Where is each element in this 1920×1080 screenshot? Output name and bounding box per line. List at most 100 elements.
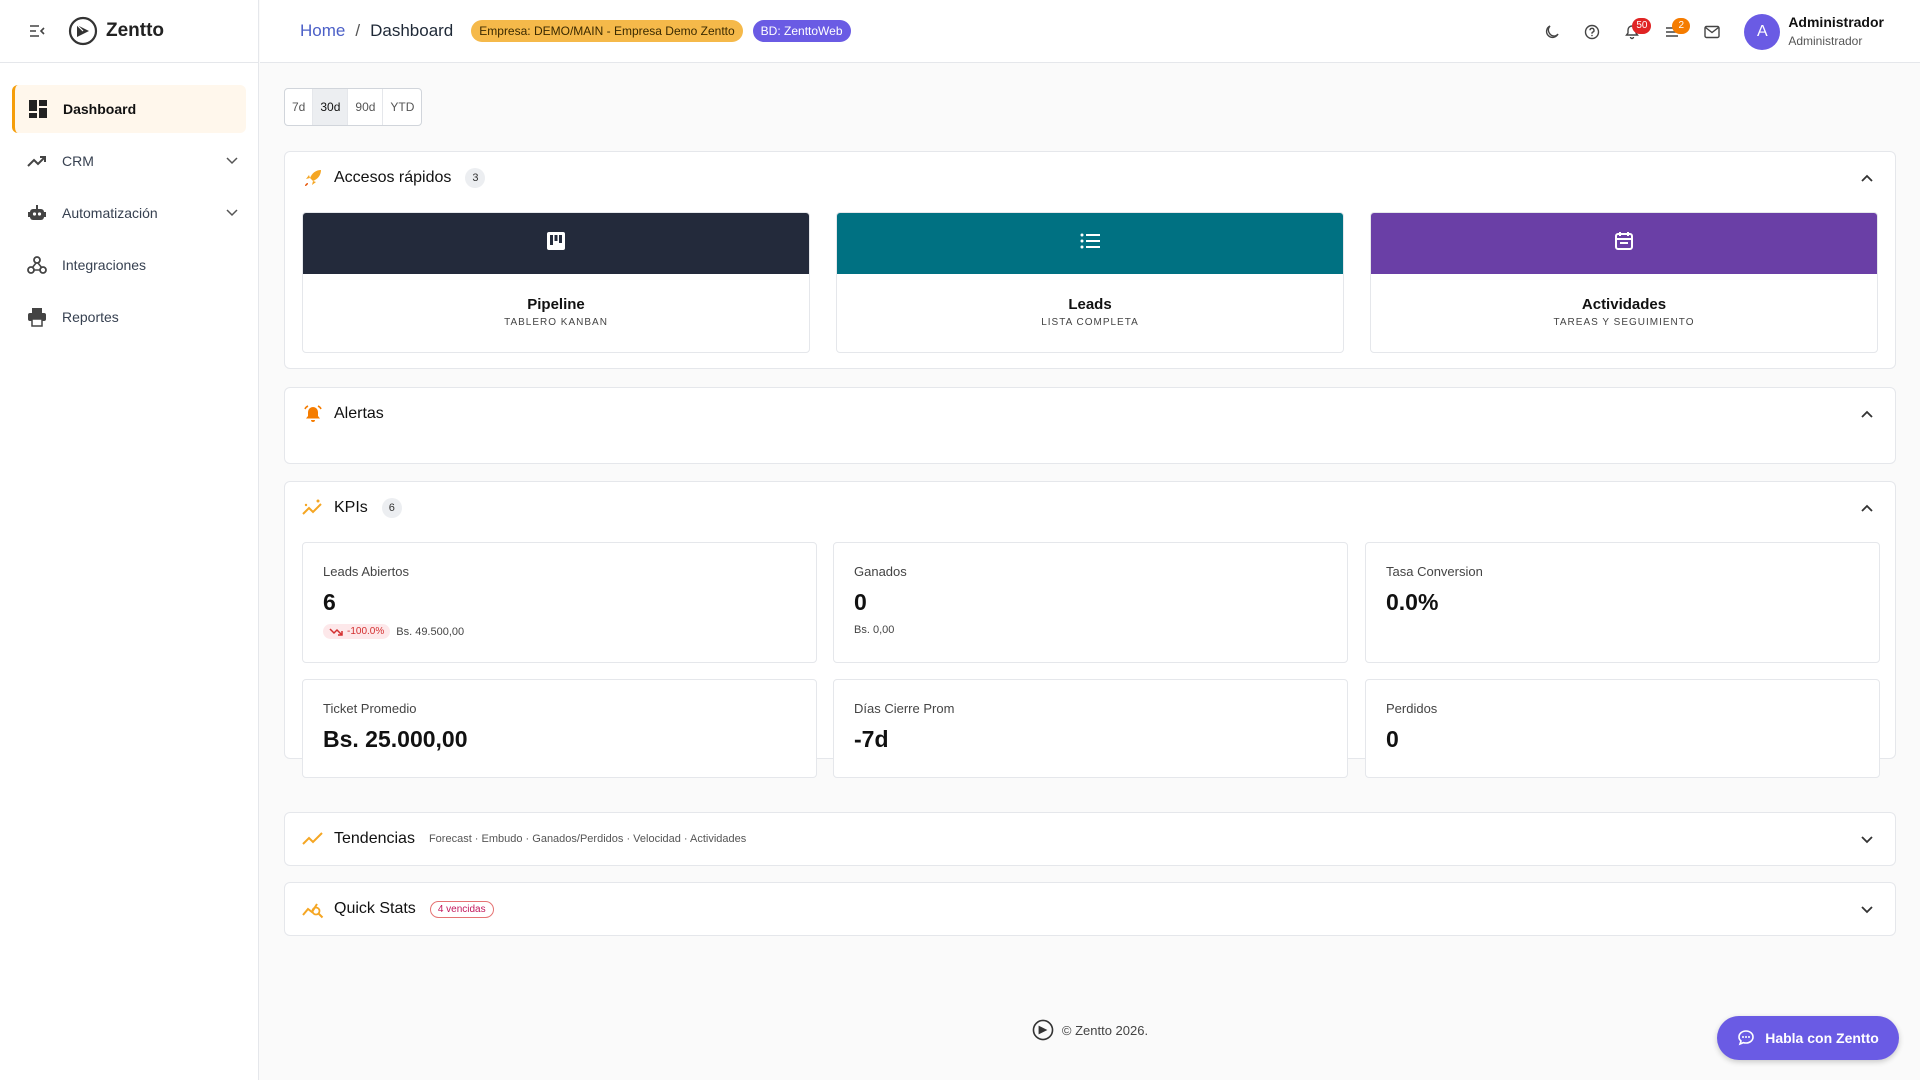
zentto-logo-icon [1032, 1019, 1054, 1041]
trending-down-icon [329, 627, 343, 636]
zentto-logo-icon [68, 16, 98, 46]
kpi-label: Ticket Promedio [323, 701, 417, 716]
range-option-ytd[interactable]: YTD [383, 89, 421, 125]
tasks-list-icon[interactable]: 2 [1652, 12, 1692, 52]
kpi-value: 0 [854, 589, 867, 615]
chevron-up-icon[interactable] [1857, 168, 1877, 188]
empresa-chip[interactable]: Empresa: DEMO/MAIN - Empresa Demo Zentto [471, 20, 743, 42]
rocket-icon [302, 167, 324, 189]
alerts-panel: Alertas [284, 387, 1896, 464]
calendar-icon [1614, 231, 1634, 256]
kpi-amount: Bs. 49.500,00 [396, 625, 465, 638]
quick-access-subtitle: TAREAS Y SEGUIMIENTO [1553, 317, 1695, 328]
quick-access-actividades[interactable]: Actividades TAREAS Y SEGUIMIENTO [1370, 212, 1878, 353]
kpi-card-dias-cierre: Días Cierre Prom -7d [833, 679, 1348, 778]
kpi-card-ganados: Ganados 0 Bs. 0,00 [833, 542, 1348, 663]
chevron-up-icon[interactable] [1857, 404, 1877, 424]
notifications-count-badge: 50 [1632, 17, 1652, 34]
footer-copyright: © Zentto 2026. [1061, 1022, 1149, 1038]
tendencias-header[interactable]: Tendencias Forecast · Embudo · Ganados/P… [285, 813, 1895, 865]
top-header: Home / Dashboard Empresa: DEMO/MAIN - Em… [260, 0, 1920, 63]
sidebar-item-label: Automatización [62, 205, 158, 221]
kpi-card-ticket-promedio: Ticket Promedio Bs. 25.000,00 [302, 679, 817, 778]
menu-collapse-icon[interactable] [28, 22, 46, 40]
breadcrumb: Home / Dashboard [300, 21, 453, 41]
notifications-bell-icon[interactable]: 50 [1612, 12, 1652, 52]
alarm-bell-icon [302, 403, 324, 425]
kpi-value: 0.0% [1386, 589, 1439, 615]
user-info[interactable]: Administrador Administrador [1788, 14, 1884, 50]
kpi-card-leads-abiertos: Leads Abiertos 6 -100.0% Bs. 49.500,00 [302, 542, 817, 663]
user-role: Administrador [1788, 34, 1863, 49]
quick-access-title: Pipeline [527, 296, 585, 313]
query-stats-icon [302, 898, 324, 920]
brand-bar: Zentto [0, 0, 258, 63]
kpi-value: 6 [323, 589, 336, 615]
quick-access-header[interactable]: Accesos rápidos 3 [285, 152, 1895, 204]
kpi-label: Días Cierre Prom [854, 701, 955, 716]
sidebar-item-crm[interactable]: CRM [12, 137, 246, 185]
breadcrumb-home-link[interactable]: Home [300, 21, 345, 41]
quick-access-leads[interactable]: Leads LISTA COMPLETA [836, 212, 1344, 353]
help-icon[interactable] [1572, 12, 1612, 52]
kpi-card-tasa-conversion: Tasa Conversion 0.0% [1365, 542, 1880, 663]
range-option-90d[interactable]: 90d [348, 89, 384, 125]
sidebar-item-automatizacion[interactable]: Automatización [12, 189, 246, 237]
tasks-count-badge: 2 [1672, 17, 1691, 34]
kpi-label: Tasa Conversion [1386, 564, 1483, 579]
leads-band [837, 213, 1343, 274]
mail-icon[interactable] [1692, 12, 1732, 52]
alerts-header[interactable]: Alertas [285, 388, 1895, 440]
kpi-value: 0 [1386, 726, 1399, 752]
sidebar-nav: Dashboard CRM Automatización Integracion… [0, 63, 258, 341]
kpis-header[interactable]: KPIs 6 [285, 482, 1895, 534]
pipeline-band [303, 213, 809, 274]
kpi-extra: Bs. 0,00 [854, 624, 1347, 636]
sidebar-item-dashboard[interactable]: Dashboard [12, 85, 246, 133]
kpis-panel: KPIs 6 Leads Abiertos 6 -100.0% Bs. 49.5… [284, 481, 1896, 778]
dashboard-icon [27, 98, 49, 120]
breadcrumb-current: Dashboard [370, 21, 454, 40]
quick-access-pipeline[interactable]: Pipeline TABLERO KANBAN [302, 212, 810, 353]
quick-access-title: Accesos rápidos [334, 169, 452, 186]
sidebar-item-label: CRM [62, 153, 94, 169]
list-icon [1079, 231, 1101, 256]
user-name: Administrador [1788, 13, 1884, 30]
brand-name: Zentto [106, 20, 165, 41]
quick-stats-header[interactable]: Quick Stats 4 vencidas [285, 883, 1895, 935]
kpi-extra: -100.0% Bs. 49.500,00 [323, 624, 816, 639]
tendencias-subtitle: Forecast · Embudo · Ganados/Perdidos · V… [428, 833, 747, 845]
robot-icon [26, 202, 48, 224]
quick-access-title: Actividades [1581, 296, 1667, 313]
chevron-down-icon[interactable] [1857, 829, 1877, 849]
sidebar: Zentto Dashboard CRM Automatización Inte… [0, 0, 259, 1080]
date-range-selector: 7d 30d 90d YTD [284, 88, 423, 126]
chevron-up-icon[interactable] [1857, 498, 1877, 518]
sidebar-item-reportes[interactable]: Reportes [12, 293, 246, 341]
dark-mode-icon[interactable] [1532, 12, 1572, 52]
sidebar-item-label: Dashboard [63, 101, 137, 117]
sidebar-item-label: Integraciones [62, 257, 147, 273]
quick-access-subtitle: TABLERO KANBAN [504, 317, 608, 328]
tendencias-panel: Tendencias Forecast · Embudo · Ganados/P… [284, 812, 1896, 866]
range-option-7d[interactable]: 7d [285, 89, 314, 125]
quick-stats-panel: Quick Stats 4 vencidas [284, 882, 1896, 936]
quick-access-subtitle: LISTA COMPLETA [1041, 317, 1139, 328]
sidebar-item-integraciones[interactable]: Integraciones [12, 241, 246, 289]
chat-bubble-icon [1738, 1030, 1755, 1046]
range-option-30d[interactable]: 30d [313, 89, 349, 125]
quick-access-title: Leads [1068, 296, 1112, 313]
avatar[interactable]: A [1744, 13, 1781, 50]
actividades-band [1371, 213, 1877, 274]
chevron-down-icon[interactable] [1857, 899, 1877, 919]
kpi-label: Ganados [854, 564, 907, 579]
insights-icon [302, 497, 324, 519]
chevron-down-icon [226, 209, 238, 217]
chat-button[interactable]: Habla con Zentto [1717, 1016, 1899, 1060]
database-chip[interactable]: BD: ZenttoWeb [752, 20, 851, 42]
webhook-icon [26, 254, 48, 276]
trend-badge: -100.0% [323, 624, 391, 639]
quick-access-count: 3 [465, 168, 486, 188]
kpi-label: Perdidos [1386, 701, 1438, 716]
kpi-amount: Bs. 0,00 [854, 624, 895, 636]
